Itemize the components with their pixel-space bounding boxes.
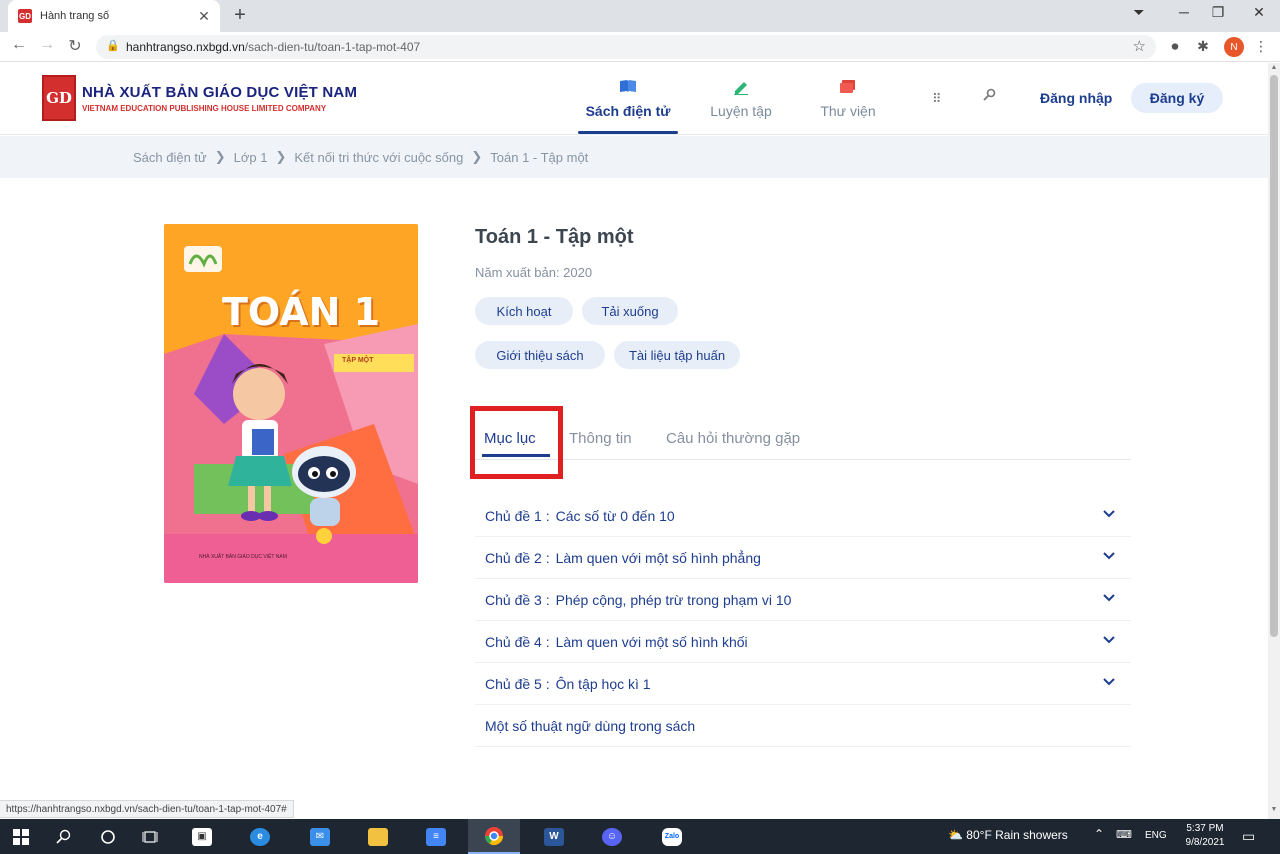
logo-title: NHÀ XUẤT BẢN GIÁO DỤC VIỆT NAM xyxy=(82,83,358,101)
book-icon xyxy=(619,79,637,97)
book-tabs: Mục lục Thông tin Câu hỏi thường gặp xyxy=(475,410,1131,460)
reload-icon[interactable]: ↻ xyxy=(64,36,86,56)
register-button[interactable]: Đăng ký xyxy=(1131,83,1223,113)
discord-icon[interactable]: ☺ xyxy=(596,819,628,854)
notifications-icon[interactable]: ▭ xyxy=(1242,828,1255,845)
activate-button[interactable]: Kích hoạt xyxy=(475,297,573,325)
cover-title: TOÁN 1 xyxy=(222,290,381,334)
lock-icon: 🔒 xyxy=(106,40,120,52)
weather-icon: ⛅ xyxy=(948,828,963,842)
tab-info[interactable]: Thông tin xyxy=(569,430,632,447)
book-intro-button[interactable]: Giới thiệu sách xyxy=(475,341,605,369)
status-url: https://hanhtrangso.nxbgd.vn/sach-dien-t… xyxy=(0,800,294,818)
chevron-right-icon: ❯ xyxy=(214,149,226,164)
zalo-icon[interactable]: Zalo xyxy=(656,819,688,854)
chrome-taskbar-icon[interactable] xyxy=(468,819,520,854)
back-icon[interactable]: ← xyxy=(8,36,30,54)
book-title: Toán 1 - Tập một xyxy=(475,226,634,248)
puzzle-icon[interactable]: ✱ xyxy=(1194,38,1212,55)
browser-tab-strip: GD Hành trang số ✕ + ⏷ ─ ❐ ✕ xyxy=(0,0,1280,32)
scroll-down-icon[interactable]: ▼ xyxy=(1268,806,1280,813)
input-language[interactable]: ENG xyxy=(1145,830,1167,841)
close-window-button[interactable]: ✕ xyxy=(1245,4,1273,21)
download-button[interactable]: Tải xuống xyxy=(582,297,678,325)
pencil-icon xyxy=(732,79,750,97)
nav-practice[interactable]: Luyện tập xyxy=(700,63,782,135)
store-icon[interactable]: ▣ xyxy=(186,819,218,854)
word-icon[interactable]: W xyxy=(538,819,570,854)
breadcrumb-item-current: Toán 1 - Tập một xyxy=(490,149,589,165)
edge-icon[interactable]: e xyxy=(244,819,276,854)
toc-item[interactable]: Chủ đề 1 : Các số từ 0 đến 10 xyxy=(475,495,1131,537)
tab-faq[interactable]: Câu hỏi thường gặp xyxy=(666,430,800,447)
keyboard-icon[interactable]: ⌨ xyxy=(1116,828,1132,841)
docs-icon[interactable]: ≡ xyxy=(420,819,452,854)
task-view-icon[interactable] xyxy=(134,819,166,854)
breadcrumb-item-ebooks[interactable]: Sách điện tử xyxy=(133,150,207,165)
toc-item[interactable]: Một số thuật ngữ dùng trong sách xyxy=(475,705,1131,747)
site-header: GD NHÀ XUẤT BẢN GIÁO DỤC VIỆT NAM VIETNA… xyxy=(0,63,1268,135)
breadcrumb: Sách điện tử ❯ Lớp 1 ❯ Kết nối tri thức … xyxy=(133,149,588,165)
logo-subtitle: VIETNAM EDUCATION PUBLISHING HOUSE LIMIT… xyxy=(82,103,327,113)
chevron-down-icon[interactable] xyxy=(1103,549,1115,563)
clock[interactable]: 5:37 PM 9/8/2021 xyxy=(1180,822,1230,850)
logo-mark: GD xyxy=(42,75,76,121)
windows-start-icon[interactable] xyxy=(0,819,42,854)
minimize-button[interactable]: ─ xyxy=(1170,4,1198,20)
bookmark-star-icon[interactable]: ☆ xyxy=(1133,37,1146,55)
chevron-down-icon[interactable] xyxy=(1103,633,1115,647)
toc-item[interactable]: Chủ đề 5 : Ôn tập học kì 1 xyxy=(475,663,1131,705)
menu-kebab-icon[interactable]: ⋮ xyxy=(1252,38,1270,55)
chevron-down-icon[interactable] xyxy=(1103,507,1115,521)
browser-tab[interactable]: GD Hành trang số ✕ xyxy=(8,0,220,32)
toc-item[interactable]: Chủ đề 4 : Làm quen với một số hình khối xyxy=(475,621,1131,663)
search-icon[interactable] xyxy=(982,88,996,106)
mail-icon[interactable]: ✉ xyxy=(304,819,336,854)
cortana-icon[interactable] xyxy=(92,819,124,854)
breadcrumb-item-grade[interactable]: Lớp 1 xyxy=(234,150,268,165)
login-link[interactable]: Đăng nhập xyxy=(1040,90,1112,106)
chevron-down-icon[interactable] xyxy=(1103,675,1115,689)
nav-ebooks[interactable]: Sách điện tử xyxy=(578,63,678,135)
browser-toolbar: ← → ↻ 🔒 hanhtrangso.nxbgd.vn/sach-dien-t… xyxy=(0,32,1280,62)
chevron-down-icon[interactable] xyxy=(1103,591,1115,605)
scroll-up-icon[interactable]: ▲ xyxy=(1268,64,1280,71)
toc-item[interactable]: Chủ đề 3 : Phép cộng, phép trừ trong phạm… xyxy=(475,579,1131,621)
library-icon xyxy=(839,79,857,97)
highlight-annotation-box xyxy=(470,406,563,479)
training-docs-button[interactable]: Tài liệu tập huấn xyxy=(614,341,740,369)
breadcrumb-bar: Sách điện tử ❯ Lớp 1 ❯ Kết nối tri thức … xyxy=(0,136,1268,178)
chevron-right-icon: ❯ xyxy=(275,149,287,164)
toc-item[interactable]: Chủ đề 2 : Làm quen với một số hình phẳng xyxy=(475,537,1131,579)
new-tab-button[interactable]: + xyxy=(230,5,250,25)
site-favicon-icon: GD xyxy=(18,9,32,23)
publisher-logo[interactable]: GD NHÀ XUẤT BẢN GIÁO DỤC VIỆT NAM VIETNA… xyxy=(42,75,357,121)
cover-publisher: NHÀ XUẤT BẢN GIÁO DỤC VIỆT NAM xyxy=(199,554,287,560)
apps-grid-icon[interactable]: ⠿ xyxy=(932,91,942,107)
profile-avatar[interactable]: N xyxy=(1224,37,1244,57)
tab-search-icon[interactable]: ⏷ xyxy=(1125,4,1153,21)
forward-icon[interactable]: → xyxy=(36,36,58,54)
address-bar[interactable]: 🔒 hanhtrangso.nxbgd.vn/sach-dien-tu/toan… xyxy=(96,35,1156,59)
search-icon[interactable] xyxy=(48,819,80,854)
tab-title: Hành trang số xyxy=(40,10,110,22)
close-tab-icon[interactable]: ✕ xyxy=(194,8,214,25)
extension-icon[interactable]: ⏺ xyxy=(1166,38,1184,55)
weather-widget[interactable]: ⛅ 80°F Rain showers xyxy=(948,828,1068,842)
publish-year: Năm xuất bản: 2020 xyxy=(475,265,593,280)
windows-taskbar: ▣ e ✉ ≡ W ☺ Zalo ⛅ 80°F Rain showers ⌃ ⌨… xyxy=(0,819,1280,854)
url-text: hanhtrangso.nxbgd.vn/sach-dien-tu/toan-1… xyxy=(126,40,421,54)
tray-chevron-up-icon[interactable]: ⌃ xyxy=(1094,827,1104,841)
cover-volume: TẬP MỘT xyxy=(342,357,374,364)
chevron-right-icon: ❯ xyxy=(471,149,483,164)
nav-library[interactable]: Thư viện xyxy=(808,63,888,135)
file-explorer-icon[interactable] xyxy=(362,819,394,854)
book-cover-image: TOÁN 1 TẬP MỘT NHÀ XUẤT BẢN GIÁO DỤC VIỆ… xyxy=(164,224,418,583)
scrollbar-thumb[interactable] xyxy=(1270,75,1278,637)
breadcrumb-item-series[interactable]: Kết nối tri thức với cuộc sống xyxy=(294,150,463,165)
restore-button[interactable]: ❐ xyxy=(1204,4,1232,21)
